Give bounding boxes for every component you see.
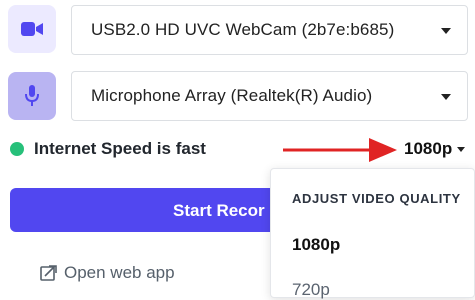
arrow-right-icon: [283, 138, 397, 162]
chevron-down-icon: [441, 94, 451, 100]
microphone-select[interactable]: Microphone Array (Realtek(R) Audio): [71, 71, 468, 121]
open-web-app-link[interactable]: Open web app: [40, 263, 175, 283]
quality-option-1080p[interactable]: 1080p: [292, 235, 340, 255]
open-web-app-label: Open web app: [64, 263, 175, 282]
chevron-down-icon: [441, 28, 451, 34]
external-link-icon: [40, 264, 57, 281]
microphone-icon-tile: [8, 72, 56, 120]
menu-heading: ADJUST VIDEO QUALITY: [292, 191, 461, 206]
quality-option-720p[interactable]: 720p: [292, 280, 330, 300]
start-recording-label: Start Recor: [173, 201, 265, 220]
camera-select-value: USB2.0 HD UVC WebCam (2b7e:b685): [91, 20, 395, 39]
microphone-icon: [25, 85, 39, 106]
video-camera-icon: [21, 22, 43, 36]
camera-select[interactable]: USB2.0 HD UVC WebCam (2b7e:b685): [71, 5, 468, 55]
internet-speed-status: Internet Speed is fast: [10, 137, 206, 161]
caret-down-icon: [457, 146, 466, 152]
video-quality-value: 1080p: [404, 139, 453, 158]
camera-icon-tile: [8, 5, 56, 53]
status-dot-icon: [10, 142, 24, 156]
video-quality-toggle[interactable]: 1080p: [404, 137, 466, 161]
status-text: Internet Speed is fast: [34, 139, 206, 158]
video-quality-menu: ADJUST VIDEO QUALITY 1080p 720p: [270, 168, 475, 300]
microphone-select-value: Microphone Array (Realtek(R) Audio): [91, 86, 373, 105]
